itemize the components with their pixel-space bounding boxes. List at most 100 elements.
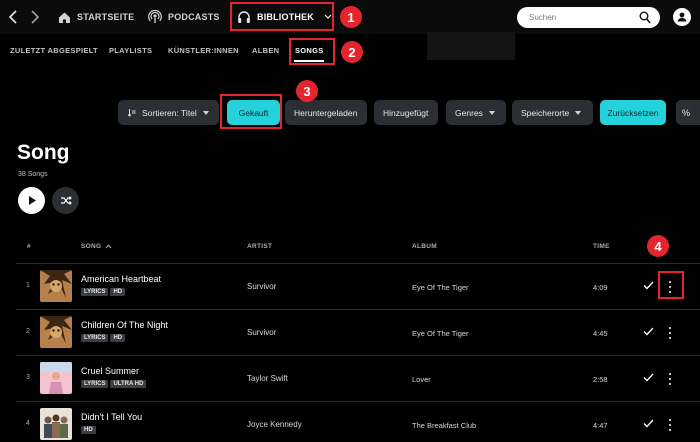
row-index: 3 xyxy=(26,374,30,381)
row-index: 1 xyxy=(26,282,30,289)
album-art xyxy=(40,362,72,394)
lyrics-tag: LYRICS xyxy=(81,288,109,296)
table-row[interactable]: 1 American Heartbeat LYRICS HD Survivor … xyxy=(16,263,700,309)
genres-label: Genres xyxy=(455,107,483,118)
search-icon[interactable] xyxy=(639,11,651,24)
song-album[interactable]: Eye Of The Tiger xyxy=(412,283,469,292)
search-input[interactable] xyxy=(529,10,629,25)
album-art xyxy=(40,270,72,302)
song-title[interactable]: American Heartbeat xyxy=(81,274,161,284)
quality-tag: HD xyxy=(110,334,126,342)
tab-playlists[interactable]: PLAYLISTS xyxy=(109,34,152,66)
back-arrow-icon[interactable] xyxy=(7,9,21,25)
shuffle-button[interactable] xyxy=(52,187,79,214)
dot-icon xyxy=(669,337,671,339)
column-album[interactable]: ALBUM xyxy=(412,243,437,250)
chevron-down-icon xyxy=(488,110,495,115)
dot-icon xyxy=(669,327,671,329)
storage-dropdown[interactable]: Speicherorte xyxy=(512,100,593,125)
song-album[interactable]: Lover xyxy=(412,375,431,384)
column-index: # xyxy=(27,243,31,250)
more-filters-chip[interactable]: % xyxy=(676,100,700,125)
album-art xyxy=(40,316,72,348)
song-album[interactable]: The Breakfast Club xyxy=(412,421,476,430)
annotation-box-more-options xyxy=(658,271,684,299)
placeholder-panel xyxy=(427,32,515,60)
song-tags: LYRICS ULTRA HD xyxy=(81,380,147,388)
table-row[interactable]: 2 Children Of The Night LYRICS HD Surviv… xyxy=(16,309,700,355)
nav-podcasts[interactable]: PODCASTS xyxy=(148,0,220,34)
home-icon xyxy=(59,12,70,23)
user-icon xyxy=(677,12,687,22)
annotation-box-library xyxy=(230,2,334,31)
song-count: 38 Songs xyxy=(18,171,48,178)
forward-arrow-icon[interactable] xyxy=(27,9,41,25)
quality-tag: ULTRA HD xyxy=(110,380,147,388)
dot-icon xyxy=(669,429,671,431)
column-time[interactable]: TIME xyxy=(593,243,610,250)
more-options-button[interactable] xyxy=(667,326,673,340)
more-options-button[interactable] xyxy=(667,372,673,386)
checkmark-icon xyxy=(643,373,654,382)
shuffle-icon xyxy=(60,196,72,205)
sort-label: Sortieren: Titel xyxy=(142,107,197,118)
song-title[interactable]: Children Of The Night xyxy=(81,320,168,330)
page-title: Songs xyxy=(17,141,69,164)
column-song[interactable]: SONG xyxy=(81,243,112,250)
sort-icon xyxy=(127,109,136,117)
downloaded-filter-button[interactable]: Heruntergeladen xyxy=(285,100,367,125)
song-artist[interactable]: Survivor xyxy=(247,328,276,337)
song-artist[interactable]: Joyce Kennedy xyxy=(247,420,302,429)
more-options-button[interactable] xyxy=(667,418,673,432)
added-filter-button[interactable]: Hinzugefügt xyxy=(374,100,438,125)
nav-home[interactable]: STARTSEITE xyxy=(58,0,134,34)
song-time: 4:47 xyxy=(593,421,608,430)
sort-ascending-icon xyxy=(105,244,112,249)
song-tags: LYRICS HD xyxy=(81,288,126,296)
song-album[interactable]: Eye Of The Tiger xyxy=(412,329,469,338)
song-artist[interactable]: Survivor xyxy=(247,282,276,291)
column-artist[interactable]: ARTIST xyxy=(247,243,272,250)
tab-artists[interactable]: KÜNSTLER:INNEN xyxy=(168,34,239,66)
quality-tag: HD xyxy=(81,426,96,434)
annotation-badge: 2 xyxy=(341,41,363,63)
song-time: 2:58 xyxy=(593,375,608,384)
lyrics-tag: LYRICS xyxy=(81,380,109,388)
chevron-down-icon xyxy=(575,110,582,115)
reset-filters-button[interactable]: Zurücksetzen xyxy=(600,100,666,125)
song-title[interactable]: Cruel Summer xyxy=(81,366,139,376)
lyrics-tag: LYRICS xyxy=(81,334,109,342)
tab-albums[interactable]: ALBEN xyxy=(252,34,279,66)
column-song-label: SONG xyxy=(81,243,102,250)
song-artist[interactable]: Taylor Swift xyxy=(247,374,288,383)
row-index: 4 xyxy=(26,420,30,427)
percent-icon: % xyxy=(682,107,691,118)
checkmark-icon xyxy=(643,419,654,428)
sort-dropdown[interactable]: Sortieren: Titel xyxy=(118,100,219,125)
dot-icon xyxy=(669,383,671,385)
song-time: 4:45 xyxy=(593,329,608,338)
genres-dropdown[interactable]: Genres xyxy=(446,100,506,125)
table-row[interactable]: 4 Didn't I Tell You HD Joyce Kennedy The… xyxy=(16,401,700,442)
annotation-box-purchased xyxy=(220,94,282,129)
search-box xyxy=(517,7,660,28)
song-tags: LYRICS HD xyxy=(81,334,126,342)
podcast-icon xyxy=(148,10,162,23)
annotation-badge: 4 xyxy=(647,235,669,257)
tab-recently-played[interactable]: ZULETZT ABGESPIELT xyxy=(10,34,98,66)
nav-podcasts-label: PODCASTS xyxy=(168,12,220,22)
checkmark-icon xyxy=(643,281,654,290)
row-index: 2 xyxy=(26,328,30,335)
dot-icon xyxy=(669,332,671,334)
play-all-button[interactable] xyxy=(18,187,45,214)
nav-home-label: STARTSEITE xyxy=(77,12,135,22)
user-avatar-button[interactable] xyxy=(673,8,691,26)
table-row[interactable]: 3 Cruel Summer LYRICS ULTRA HD Taylor Sw… xyxy=(16,355,700,401)
dot-icon xyxy=(669,419,671,421)
annotation-badge: 1 xyxy=(340,6,362,28)
song-title[interactable]: Didn't I Tell You xyxy=(81,412,142,422)
checkmark-icon xyxy=(643,327,654,336)
song-tags: HD xyxy=(81,426,96,434)
storage-label: Speicherorte xyxy=(521,107,570,118)
dot-icon xyxy=(669,373,671,375)
